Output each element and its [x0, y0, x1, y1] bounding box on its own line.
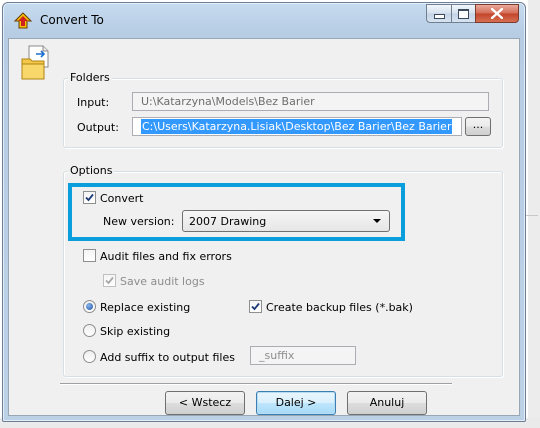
folder-document-icon: [21, 45, 49, 80]
maximize-button[interactable]: [451, 4, 476, 23]
input-path-field[interactable]: U:\Katarzyna\Models\Bez Barier: [132, 92, 489, 111]
next-button[interactable]: Dalej >: [256, 391, 336, 415]
new-version-value: 2007 Drawing: [189, 215, 267, 228]
folders-group: [63, 78, 503, 148]
add-suffix-radio[interactable]: [83, 350, 96, 363]
backup-label[interactable]: Create backup files (*.bak): [266, 301, 413, 314]
options-legend: Options: [68, 164, 115, 177]
save-audit-label: Save audit logs: [120, 275, 205, 288]
cancel-button[interactable]: Anuluj: [347, 391, 427, 415]
audit-label[interactable]: Audit files and fix errors: [100, 250, 232, 263]
new-version-dropdown[interactable]: 2007 Drawing: [182, 210, 390, 232]
close-button[interactable]: [475, 4, 519, 23]
input-label: Input:: [77, 96, 110, 109]
skip-existing-label[interactable]: Skip existing: [100, 325, 170, 338]
replace-existing-radio[interactable]: [83, 300, 96, 313]
checkmark-icon: [251, 302, 260, 311]
background-window-edge: [528, 0, 540, 428]
checkmark-icon: [105, 276, 114, 285]
maximize-icon: [458, 8, 469, 19]
browse-button[interactable]: ...: [465, 117, 491, 136]
folders-legend: Folders: [68, 71, 112, 84]
radio-selected-dot: [86, 303, 93, 310]
convert-label[interactable]: Convert: [100, 192, 144, 205]
convert-checkbox[interactable]: [83, 191, 96, 204]
close-icon: [491, 8, 503, 19]
suffix-field[interactable]: _suffix: [250, 346, 356, 365]
skip-existing-radio[interactable]: [83, 324, 96, 337]
audit-checkbox[interactable]: [83, 249, 96, 262]
app-logo-icon: [14, 12, 32, 29]
output-path-text: C:\Users\Katarzyna.Lisiak\Desktop\Bez Ba…: [141, 119, 453, 134]
output-label: Output:: [77, 121, 119, 134]
button-separator: [60, 383, 452, 385]
window-title: Convert To: [40, 13, 104, 27]
back-button[interactable]: < Wstecz: [165, 391, 245, 415]
minimize-icon: [433, 14, 445, 19]
save-audit-checkbox[interactable]: [103, 274, 116, 287]
replace-existing-label[interactable]: Replace existing: [100, 301, 190, 314]
checkmark-icon: [85, 193, 94, 202]
add-suffix-label[interactable]: Add suffix to output files: [100, 351, 235, 364]
output-path-field[interactable]: C:\Users\Katarzyna.Lisiak\Desktop\Bez Ba…: [132, 117, 462, 136]
background-line: [524, 215, 538, 216]
chevron-down-icon: [373, 219, 381, 223]
minimize-button[interactable]: [426, 4, 452, 23]
new-version-label: New version:: [103, 215, 175, 228]
backup-checkbox[interactable]: [249, 300, 262, 313]
